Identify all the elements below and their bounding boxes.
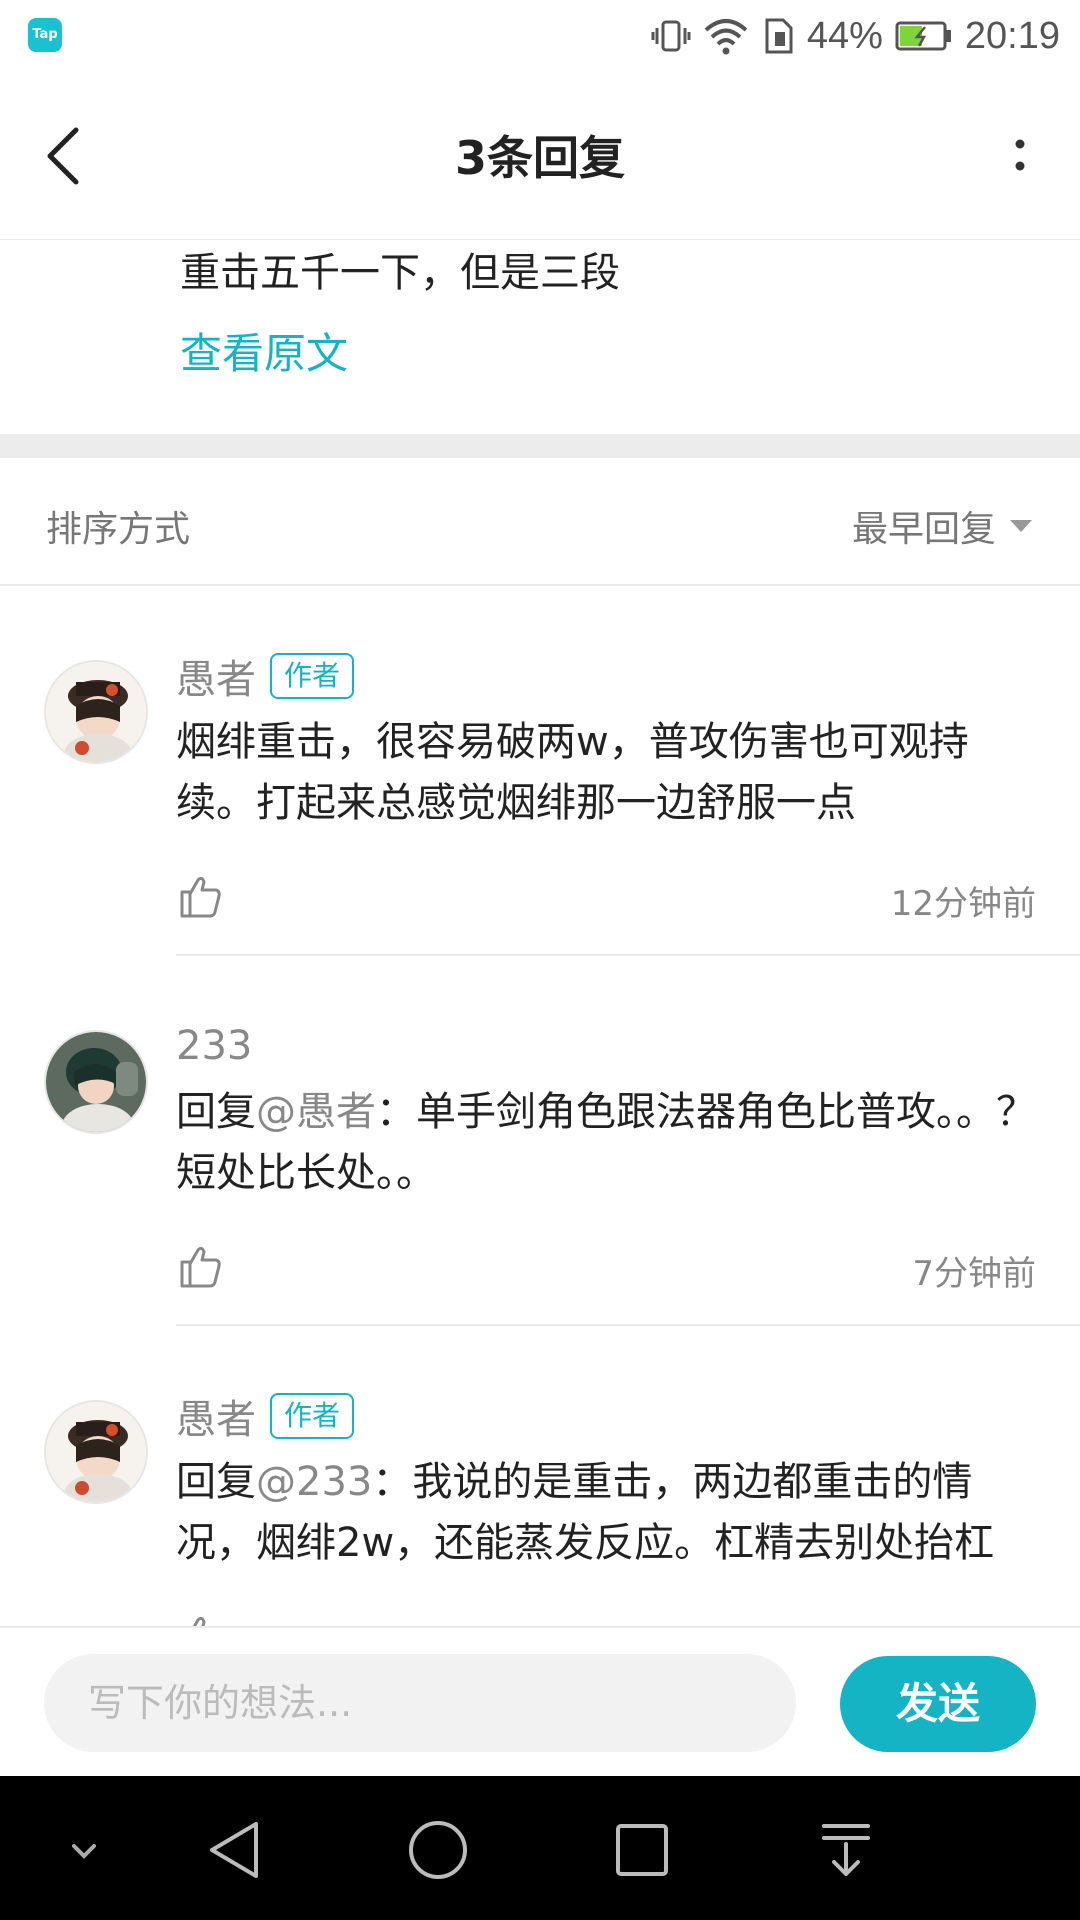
reply-username[interactable]: 233 (176, 1023, 252, 1069)
reply-username[interactable]: 愚者 (176, 1387, 256, 1445)
sort-label: 排序方式 (46, 509, 191, 550)
avatar-image (46, 662, 146, 762)
caret-down-icon (1010, 520, 1032, 532)
original-post-excerpt: 重击五千一下，但是三段 查看原文 (0, 240, 1080, 434)
avatar-image (46, 1402, 146, 1502)
reply-item: 愚者 作者 烟绯重击，很容易破两w，普攻伤害也可观持续。打起来总感觉烟绯那一边舒… (0, 588, 1080, 958)
reply-input[interactable] (44, 1654, 796, 1752)
page-title: 3条回复 (454, 131, 625, 185)
avatar-image (46, 1032, 146, 1132)
mention-link[interactable]: @233 (256, 1459, 372, 1505)
avatar[interactable] (44, 1400, 148, 1504)
tap-app-logo: Tap (28, 18, 62, 52)
reply-text: 回复@233：我说的是重击，两边都重击的情况，烟绯2w，还能蒸发反应。杠精去别处… (176, 1452, 1046, 1574)
thumbs-up-icon[interactable] (176, 1242, 224, 1290)
nav-home-icon[interactable] (398, 1810, 478, 1890)
sort-selected-value: 最早回复 (851, 509, 996, 550)
vibrate-icon (651, 20, 691, 52)
reply-input-bar: 发送 (0, 1626, 1080, 1776)
reply-prefix: 回复 (176, 1089, 256, 1135)
reply-item: 愚者 作者 回复@233：我说的是重击，两边都重击的情况，烟绯2w，还能蒸发反应… (0, 1328, 1080, 1628)
section-divider (0, 434, 1080, 458)
send-button[interactable]: 发送 (840, 1656, 1036, 1752)
wifi-icon (704, 19, 748, 55)
nav-back-icon[interactable] (196, 1810, 276, 1890)
original-post-text: 重击五千一下，但是三段 (180, 250, 620, 296)
divider (176, 954, 1080, 956)
collapse-down-icon[interactable] (44, 1810, 124, 1890)
nav-recents-icon[interactable] (602, 1810, 682, 1890)
status-bar: Tap 44% 20:19 (0, 0, 1080, 72)
more-vertical-icon[interactable] (1000, 132, 1040, 182)
reply-text: 烟绯重击，很容易破两w，普攻伤害也可观持续。打起来总感觉烟绯那一边舒服一点 (176, 712, 1046, 834)
avatar[interactable] (44, 660, 148, 764)
mention-link[interactable]: @愚者 (256, 1089, 376, 1135)
reply-text: 回复@愚者：单手剑角色跟法器角色比普攻。。？短处比长处。。 (176, 1082, 1046, 1204)
author-badge: 作者 (270, 653, 355, 699)
system-nav-bar (0, 1776, 1080, 1920)
notification-pulldown-icon[interactable] (806, 1810, 886, 1890)
reply-username[interactable]: 愚者 (176, 647, 256, 705)
reply-content: 烟绯重击，很容易破两w，普攻伤害也可观持续。打起来总感觉烟绯那一边舒服一点 (176, 719, 969, 826)
author-badge: 作者 (270, 1393, 355, 1439)
reply-timestamp: 7分钟前 (912, 1254, 1036, 1294)
reply-item: 233 回复@愚者：单手剑角色跟法器角色比普攻。。？短处比长处。。 7分钟前 (0, 958, 1080, 1328)
sort-dropdown[interactable]: 最早回复 (852, 500, 1032, 552)
status-icons: 44% 20:19 (651, 12, 1060, 60)
top-nav-bar: 3条回复 (0, 72, 1080, 240)
battery-percent: 44% (806, 14, 883, 57)
sort-row: 排序方式 最早回复 (0, 458, 1080, 586)
reply-prefix: 回复 (176, 1459, 256, 1505)
reply-timestamp: 12分钟前 (890, 884, 1036, 924)
view-original-link[interactable]: 查看原文 (180, 320, 348, 381)
battery-icon (895, 21, 951, 51)
avatar[interactable] (44, 1030, 148, 1134)
divider (176, 1324, 1080, 1326)
sim-icon (765, 18, 793, 54)
reply-list: 愚者 作者 烟绯重击，很容易破两w，普攻伤害也可观持续。打起来总感觉烟绯那一边舒… (0, 588, 1080, 1628)
clock: 20:19 (964, 14, 1060, 57)
thumbs-up-icon[interactable] (176, 872, 224, 920)
